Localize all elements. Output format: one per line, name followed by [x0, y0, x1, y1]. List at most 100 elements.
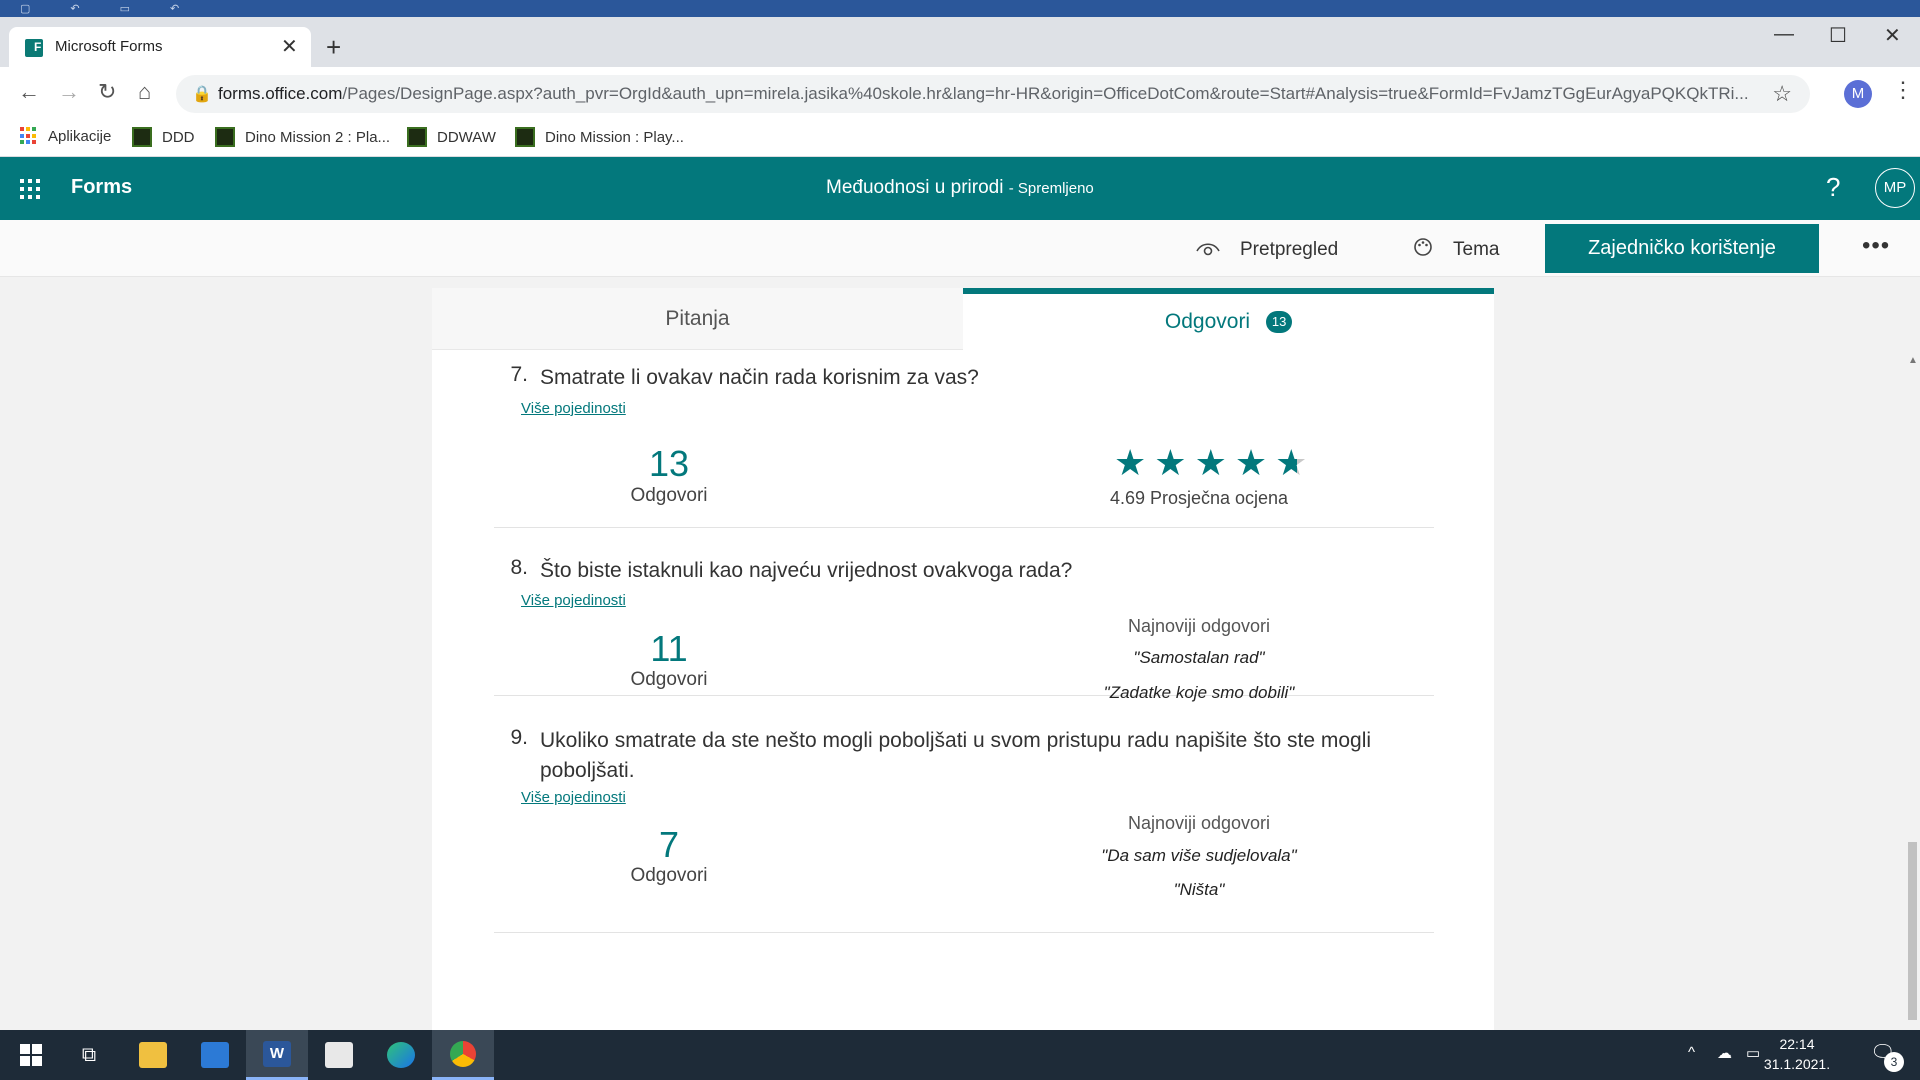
- recent-responses-heading: Najnoviji odgovori: [1127, 813, 1271, 833]
- preview-button[interactable]: Pretpregled: [1196, 237, 1338, 263]
- question-text: Smatrate li ovakav način rada korisnim z…: [540, 366, 979, 389]
- forms-favicon-icon: [25, 39, 43, 57]
- task-view-button[interactable]: ⧉: [58, 1030, 120, 1080]
- chrome-button[interactable]: [432, 1030, 494, 1080]
- bookmark-dino-mission[interactable]: Dino Mission : Play...: [515, 127, 684, 147]
- arrow-icon: ↶: [70, 3, 80, 15]
- url-path: /Pages/DesignPage.aspx?auth_pvr=OrgId&au…: [342, 84, 1749, 103]
- question-number: 7.: [510, 363, 528, 386]
- star-icon: ★: [1154, 442, 1187, 483]
- question-title: 9. Ukoliko smatrate da ste nešto mogli p…: [494, 726, 1434, 786]
- question-title: 8. Što biste istaknuli kao najveću vrije…: [494, 556, 1072, 586]
- bookmark-ddd[interactable]: DDD: [132, 127, 195, 147]
- app-launcher-icon[interactable]: [20, 179, 40, 199]
- reload-icon[interactable]: ↻: [98, 79, 116, 105]
- file-explorer-button[interactable]: [122, 1030, 184, 1080]
- more-details-link[interactable]: Više pojedinosti: [521, 592, 626, 609]
- command-bar: Pretpregled Tema Zajedničko korištenje •…: [0, 220, 1920, 277]
- close-tab-icon[interactable]: ✕: [281, 34, 298, 59]
- store-icon: [325, 1042, 353, 1068]
- edge-button[interactable]: [370, 1030, 432, 1080]
- address-bar-row: ← → ↻ ⌂ 🔒 forms.office.com/Pages/DesignP…: [0, 67, 1920, 119]
- notification-count: 3: [1884, 1052, 1904, 1072]
- minimize-icon[interactable]: —: [1774, 23, 1794, 46]
- bookmark-label: Dino Mission : Play...: [545, 128, 684, 146]
- maximize-icon[interactable]: ☐: [1829, 23, 1847, 48]
- question-number: 9.: [510, 726, 528, 749]
- star-icon: ★: [1234, 442, 1268, 483]
- recent-responses-heading: Najnoviji odgovori: [1127, 616, 1271, 636]
- taskbar-clock[interactable]: 22:14 31.1.2021.: [1752, 1034, 1842, 1074]
- eye-icon: [1196, 237, 1220, 263]
- bookmark-dino-mission-2[interactable]: Dino Mission 2 : Pla...: [215, 127, 390, 147]
- bookmark-ddwaw[interactable]: DDWAW: [407, 127, 496, 147]
- bookmark-label: Dino Mission 2 : Pla...: [245, 128, 391, 146]
- tab-responses-label: Odgovori: [1164, 310, 1251, 333]
- question-summary-9: 9. Ukoliko smatrate da ste nešto mogli p…: [494, 696, 1434, 933]
- word-icon: W: [263, 1040, 291, 1067]
- lock-icon: 🔒: [192, 86, 212, 103]
- apps-grid-icon: [20, 127, 38, 145]
- star-partial-icon: ★: [1275, 442, 1308, 483]
- browser-profile-avatar[interactable]: M: [1844, 80, 1872, 108]
- onedrive-cloud-icon[interactable]: ☁: [1717, 1044, 1732, 1062]
- user-avatar[interactable]: MP: [1875, 168, 1915, 208]
- star-icon: ★: [1194, 442, 1227, 483]
- responses-count-badge: 13: [1266, 311, 1293, 333]
- tab-questions-label: Pitanja: [665, 307, 730, 330]
- game-favicon-icon: [132, 127, 152, 147]
- mail-button[interactable]: [184, 1030, 246, 1080]
- recent-response: "Da sam više sudjelovala": [1101, 846, 1297, 865]
- clock-time: 22:14: [1779, 1036, 1815, 1052]
- theme-button[interactable]: Tema: [1413, 237, 1499, 263]
- more-details-link[interactable]: Više pojedinosti: [521, 400, 626, 417]
- word-button[interactable]: W: [246, 1030, 308, 1080]
- tab-questions[interactable]: Pitanja: [432, 288, 963, 350]
- forms-brand[interactable]: Forms: [71, 176, 132, 199]
- rating-stars: ★ ★ ★ ★ ★: [1114, 445, 1307, 481]
- show-hidden-icons[interactable]: ^: [1688, 1044, 1695, 1061]
- browser-tab-forms[interactable]: Microsoft Forms ✕: [9, 27, 311, 67]
- response-count-label: Odgovori: [630, 485, 708, 506]
- windows-logo-icon: [20, 1044, 42, 1066]
- bookmark-star-icon[interactable]: ☆: [1772, 81, 1792, 107]
- bookmark-apps[interactable]: Aplikacije: [20, 127, 111, 145]
- response-count: 11: [650, 628, 688, 669]
- more-details-link[interactable]: Više pojedinosti: [521, 789, 626, 806]
- theme-label: Tema: [1453, 239, 1500, 260]
- url-field[interactable]: 🔒 forms.office.com/Pages/DesignPage.aspx…: [176, 75, 1810, 113]
- browser-menu-icon[interactable]: ⋮: [1892, 77, 1914, 103]
- game-favicon-icon: [215, 127, 235, 147]
- response-count: 7: [658, 824, 680, 865]
- close-window-icon[interactable]: ✕: [1884, 23, 1901, 48]
- response-count: 13: [648, 443, 690, 484]
- recent-response: "Ništa": [1173, 880, 1225, 899]
- scroll-up-icon[interactable]: ▲: [1908, 355, 1918, 366]
- more-options-icon[interactable]: •••: [1862, 232, 1890, 260]
- share-button[interactable]: Zajedničko korištenje: [1545, 224, 1819, 273]
- help-icon[interactable]: ?: [1826, 172, 1840, 203]
- background-app-strip: ▢ ↶ ▭ ↶: [0, 0, 1920, 17]
- scroll-thumb[interactable]: [1908, 842, 1917, 1020]
- average-rating: 4.69 Prosječna ocjena: [1109, 488, 1289, 508]
- back-icon[interactable]: ←: [18, 79, 40, 105]
- recent-response: "Samostalan rad": [1133, 648, 1265, 667]
- responses-card: Pitanja Odgovori 13 7. Smatrate li ovakav…: [432, 288, 1494, 1030]
- edge-icon: [387, 1042, 415, 1068]
- forward-icon[interactable]: →: [58, 79, 80, 105]
- new-tab-button[interactable]: +: [326, 32, 341, 63]
- question-title: 7. Smatrate li ovakav način rada korisni…: [494, 363, 979, 393]
- mail-icon: [201, 1042, 229, 1068]
- bookmark-label: DDWAW: [437, 128, 496, 146]
- home-icon[interactable]: ⌂: [138, 79, 151, 105]
- start-button[interactable]: [0, 1030, 62, 1080]
- page-scrollbar[interactable]: ▲: [1905, 277, 1920, 1030]
- tab-responses[interactable]: Odgovori 13: [963, 288, 1494, 350]
- bookmark-label: Aplikacije: [48, 127, 112, 145]
- store-button[interactable]: [308, 1030, 370, 1080]
- question-number: 8.: [510, 556, 528, 579]
- game-favicon-icon: [515, 127, 535, 147]
- saved-status: - Spremljeno: [1008, 180, 1094, 197]
- page-icon: ▭: [119, 3, 131, 15]
- bookmark-label: DDD: [162, 128, 195, 146]
